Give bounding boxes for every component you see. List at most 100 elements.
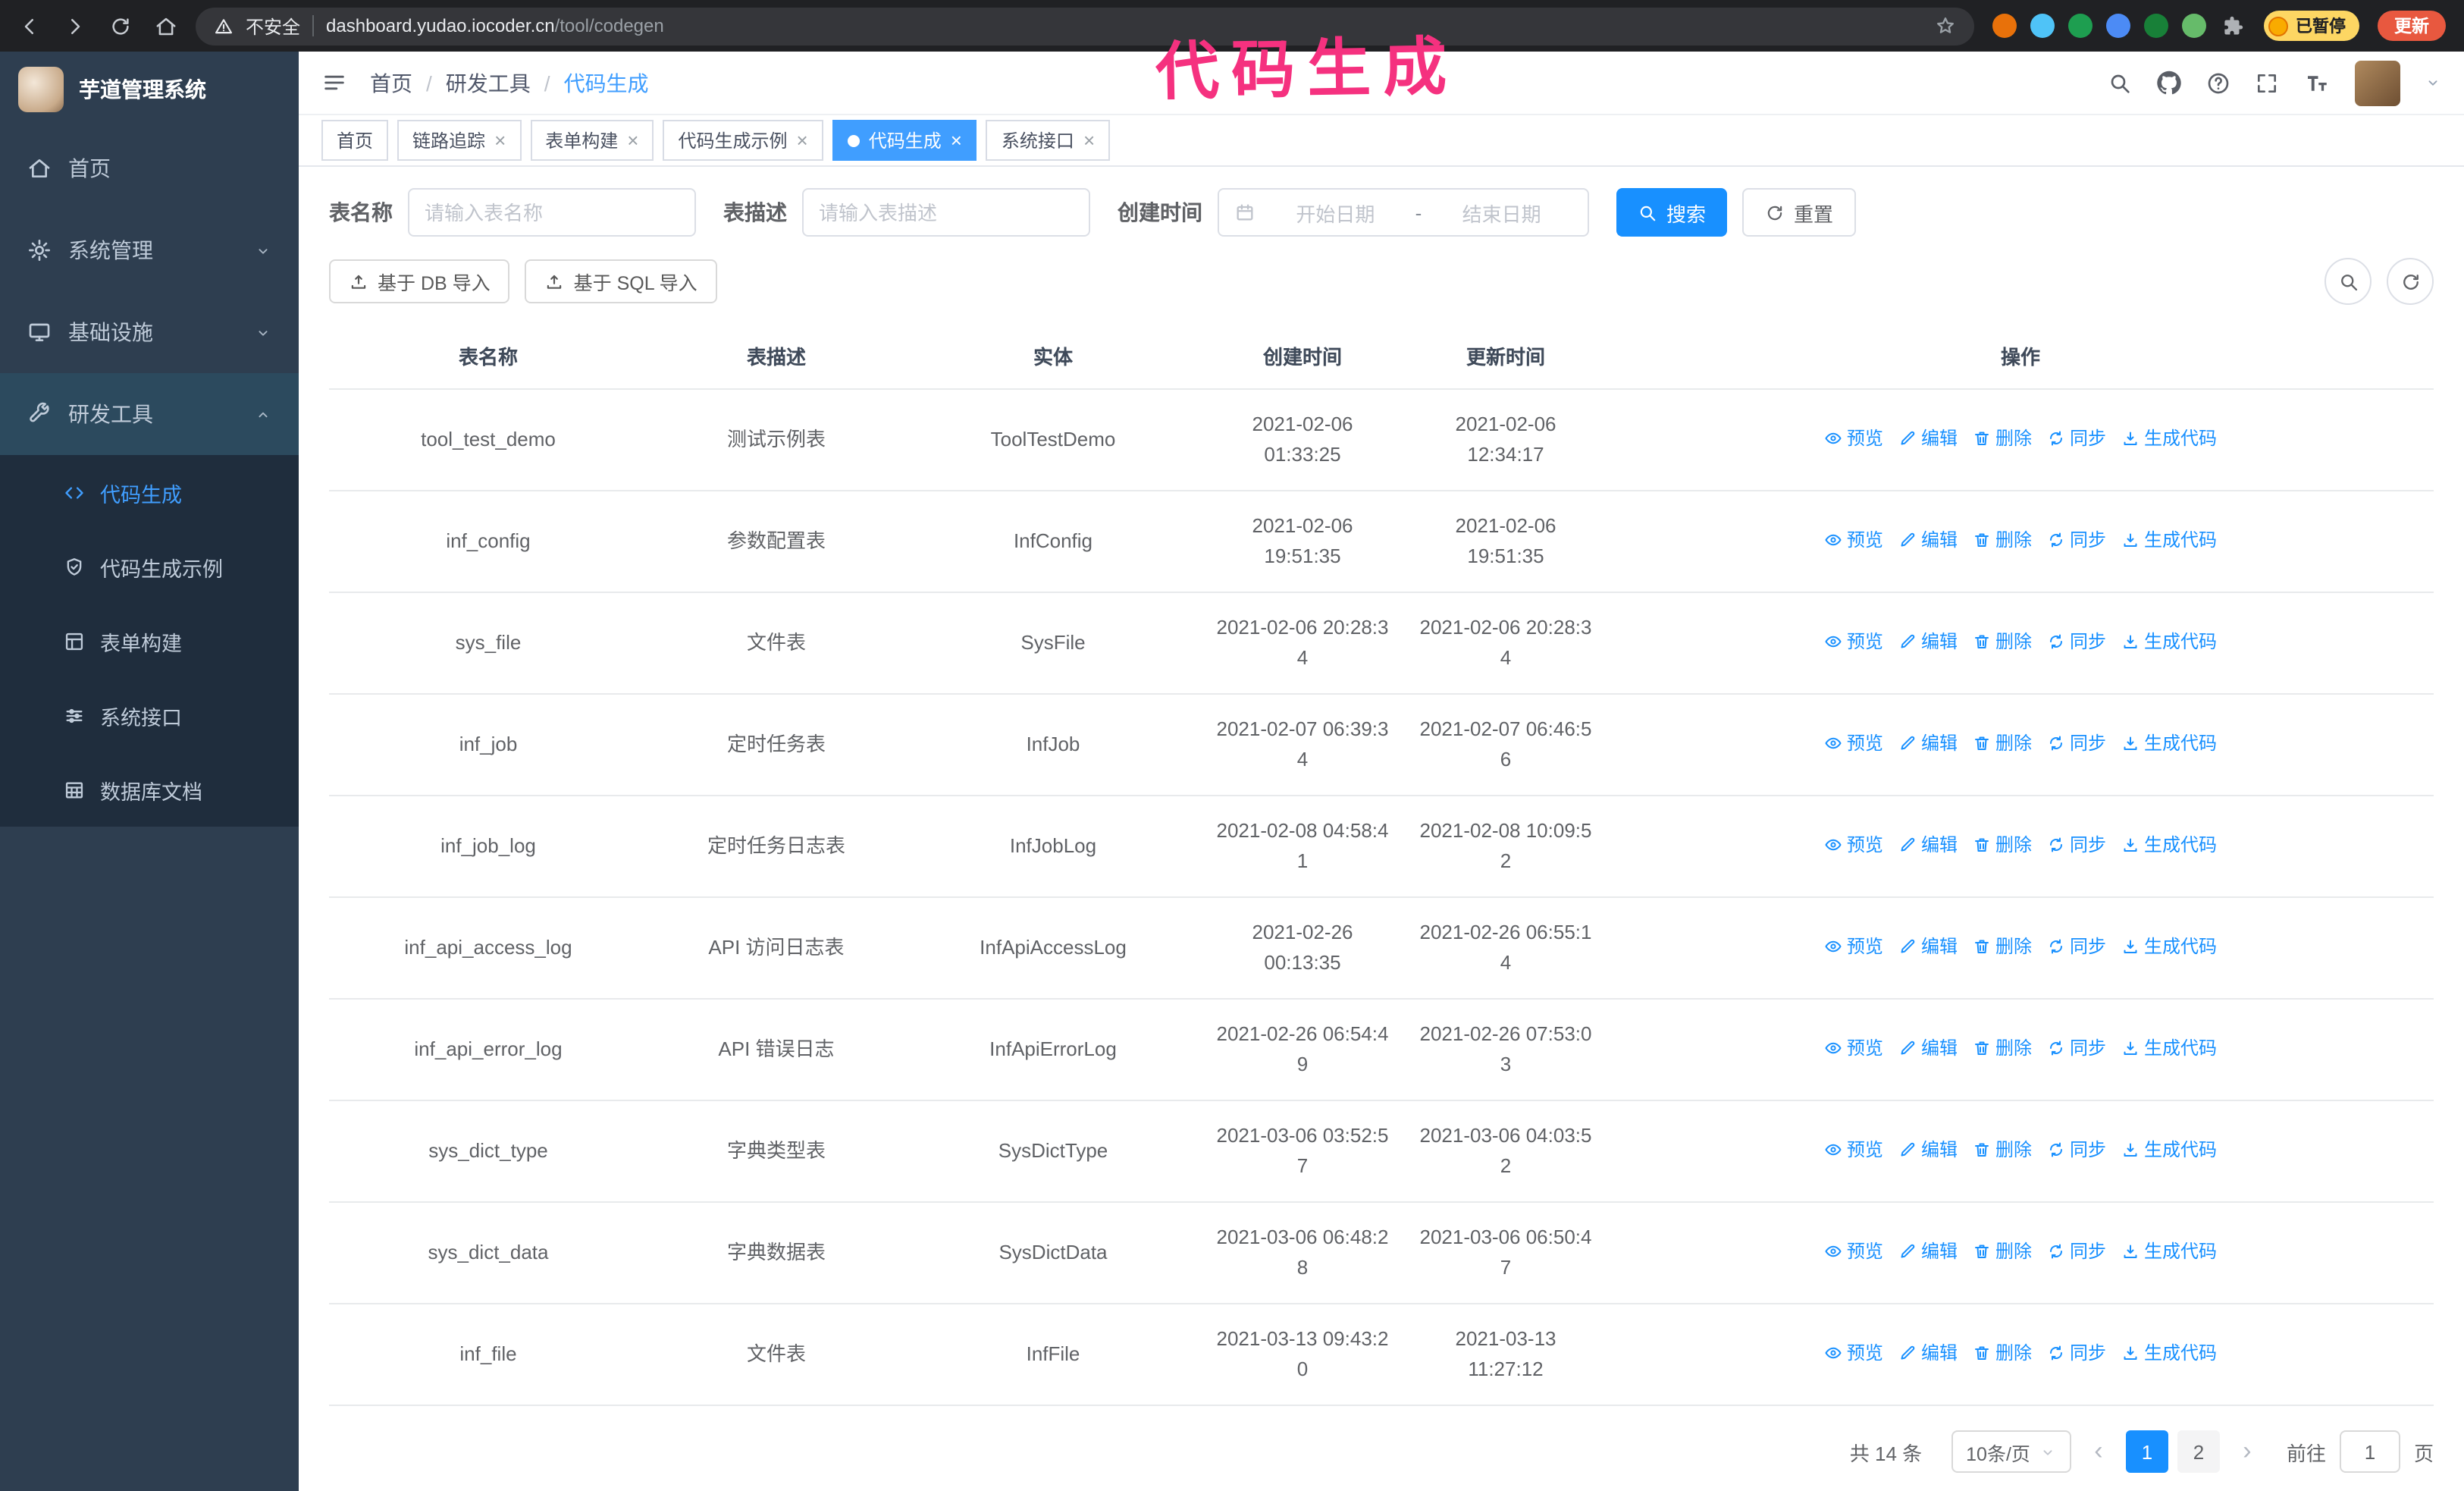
row-action-preview[interactable]: 预览 [1824,931,1883,962]
page-button-2[interactable]: 2 [2177,1430,2220,1473]
row-action-generate[interactable]: 生成代码 [2121,830,2217,860]
row-action-preview[interactable]: 预览 [1824,423,1883,454]
sidebar-subitem-db-doc[interactable]: 数据库文档 [0,752,299,827]
row-action-preview[interactable]: 预览 [1824,1135,1883,1165]
row-action-sync[interactable]: 同步 [2047,626,2106,657]
tab-close-icon[interactable]: × [797,130,808,150]
row-action-sync[interactable]: 同步 [2047,1236,2106,1267]
row-action-delete[interactable]: 删除 [1973,1236,2032,1267]
row-action-sync[interactable]: 同步 [2047,1135,2106,1165]
row-action-generate[interactable]: 生成代码 [2121,931,2217,962]
hamburger-icon[interactable] [321,70,347,96]
sidebar-item-home[interactable]: 首页 [0,127,299,209]
row-action-edit[interactable]: 编辑 [1898,1236,1958,1267]
row-action-generate[interactable]: 生成代码 [2121,1135,2217,1165]
row-action-delete[interactable]: 删除 [1973,1033,2032,1063]
tab-codegen-example[interactable]: 代码生成示例 × [663,120,823,161]
tab-close-icon[interactable]: × [951,130,962,150]
tab-codegen[interactable]: 代码生成 × [832,120,977,161]
page-size-select[interactable]: 10条/页 [1951,1430,2071,1473]
next-page-button[interactable]: › [2234,1436,2261,1467]
table-desc-input[interactable] [802,188,1090,237]
extension-icon[interactable] [2030,14,2055,38]
extension-icon[interactable] [2106,14,2130,38]
row-action-preview[interactable]: 预览 [1824,728,1883,758]
row-action-preview[interactable]: 预览 [1824,525,1883,555]
address-bar[interactable]: 不安全 dashboard.yudao.iocoder.cn/tool/code… [196,7,1974,45]
tab-system-api[interactable]: 系统接口 × [986,120,1111,161]
row-action-edit[interactable]: 编辑 [1898,1033,1958,1063]
table-name-input[interactable] [408,188,696,237]
header-search-icon[interactable] [2108,71,2132,95]
tab-close-icon[interactable]: × [494,130,506,150]
row-action-edit[interactable]: 编辑 [1898,626,1958,657]
row-action-sync[interactable]: 同步 [2047,525,2106,555]
row-action-sync[interactable]: 同步 [2047,1338,2106,1368]
extension-icon[interactable] [2068,14,2093,38]
row-action-generate[interactable]: 生成代码 [2121,626,2217,657]
fullscreen-icon[interactable] [2255,71,2279,95]
row-action-delete[interactable]: 删除 [1973,525,2032,555]
row-action-sync[interactable]: 同步 [2047,830,2106,860]
tab-tracer[interactable]: 链路追踪 × [397,120,522,161]
user-avatar[interactable] [2355,60,2400,105]
home-icon[interactable] [155,14,177,37]
row-action-edit[interactable]: 编辑 [1898,423,1958,454]
sidebar-item-devtools[interactable]: 研发工具 [0,373,299,455]
toggle-search-button[interactable] [2324,258,2372,305]
row-action-delete[interactable]: 删除 [1973,1338,2032,1368]
sidebar-subitem-codegen[interactable]: 代码生成 [0,455,299,529]
breadcrumb-item[interactable]: 首页 [370,67,412,98]
chrome-update-button[interactable]: 更新 [2378,11,2446,41]
row-action-edit[interactable]: 编辑 [1898,830,1958,860]
page-button-1[interactable]: 1 [2125,1430,2168,1473]
row-action-sync[interactable]: 同步 [2047,423,2106,454]
tab-form-builder[interactable]: 表单构建 × [530,120,654,161]
extension-icon[interactable] [2144,14,2168,38]
import-sql-button[interactable]: 基于 SQL 导入 [525,259,717,303]
puzzle-extension-icon[interactable] [2220,13,2246,39]
caret-down-icon[interactable] [2425,74,2441,91]
prev-page-button[interactable]: ‹ [2085,1436,2112,1467]
row-action-delete[interactable]: 删除 [1973,423,2032,454]
back-icon[interactable] [18,14,41,37]
row-action-sync[interactable]: 同步 [2047,931,2106,962]
date-range-picker[interactable]: 开始日期 - 结束日期 [1218,188,1589,237]
reload-icon[interactable] [109,14,132,37]
row-action-edit[interactable]: 编辑 [1898,728,1958,758]
github-icon[interactable] [2156,70,2182,96]
sidebar-subitem-codegen-example[interactable]: 代码生成示例 [0,529,299,604]
row-action-delete[interactable]: 删除 [1973,728,2032,758]
row-action-preview[interactable]: 预览 [1824,626,1883,657]
extension-icon[interactable] [2182,14,2206,38]
breadcrumb-item[interactable]: 研发工具 [446,67,531,98]
sidebar-subitem-system-api[interactable]: 系统接口 [0,678,299,752]
help-icon[interactable] [2206,71,2230,95]
row-action-delete[interactable]: 删除 [1973,931,2032,962]
bookmark-star-icon[interactable] [1935,15,1956,36]
import-db-button[interactable]: 基于 DB 导入 [329,259,510,303]
row-action-generate[interactable]: 生成代码 [2121,1338,2217,1368]
row-action-edit[interactable]: 编辑 [1898,1135,1958,1165]
row-action-delete[interactable]: 删除 [1973,626,2032,657]
row-action-preview[interactable]: 预览 [1824,1338,1883,1368]
row-action-delete[interactable]: 删除 [1973,1135,2032,1165]
paused-badge[interactable]: 已暂停 [2264,11,2359,41]
row-action-edit[interactable]: 编辑 [1898,931,1958,962]
tab-close-icon[interactable]: × [1083,130,1095,150]
breadcrumb-item[interactable]: 代码生成 [564,67,649,98]
tab-home[interactable]: 首页 [321,120,389,161]
row-action-preview[interactable]: 预览 [1824,1033,1883,1063]
reset-button[interactable]: 重置 [1742,188,1857,237]
search-button[interactable]: 搜索 [1616,188,1728,237]
tab-close-icon[interactable]: × [627,130,638,150]
forward-icon[interactable] [64,14,86,37]
row-action-sync[interactable]: 同步 [2047,728,2106,758]
row-action-generate[interactable]: 生成代码 [2121,1236,2217,1267]
font-size-icon[interactable] [2303,69,2331,96]
row-action-edit[interactable]: 编辑 [1898,525,1958,555]
row-action-sync[interactable]: 同步 [2047,1033,2106,1063]
row-action-preview[interactable]: 预览 [1824,830,1883,860]
sidebar-subitem-form-builder[interactable]: 表单构建 [0,604,299,678]
row-action-generate[interactable]: 生成代码 [2121,1033,2217,1063]
